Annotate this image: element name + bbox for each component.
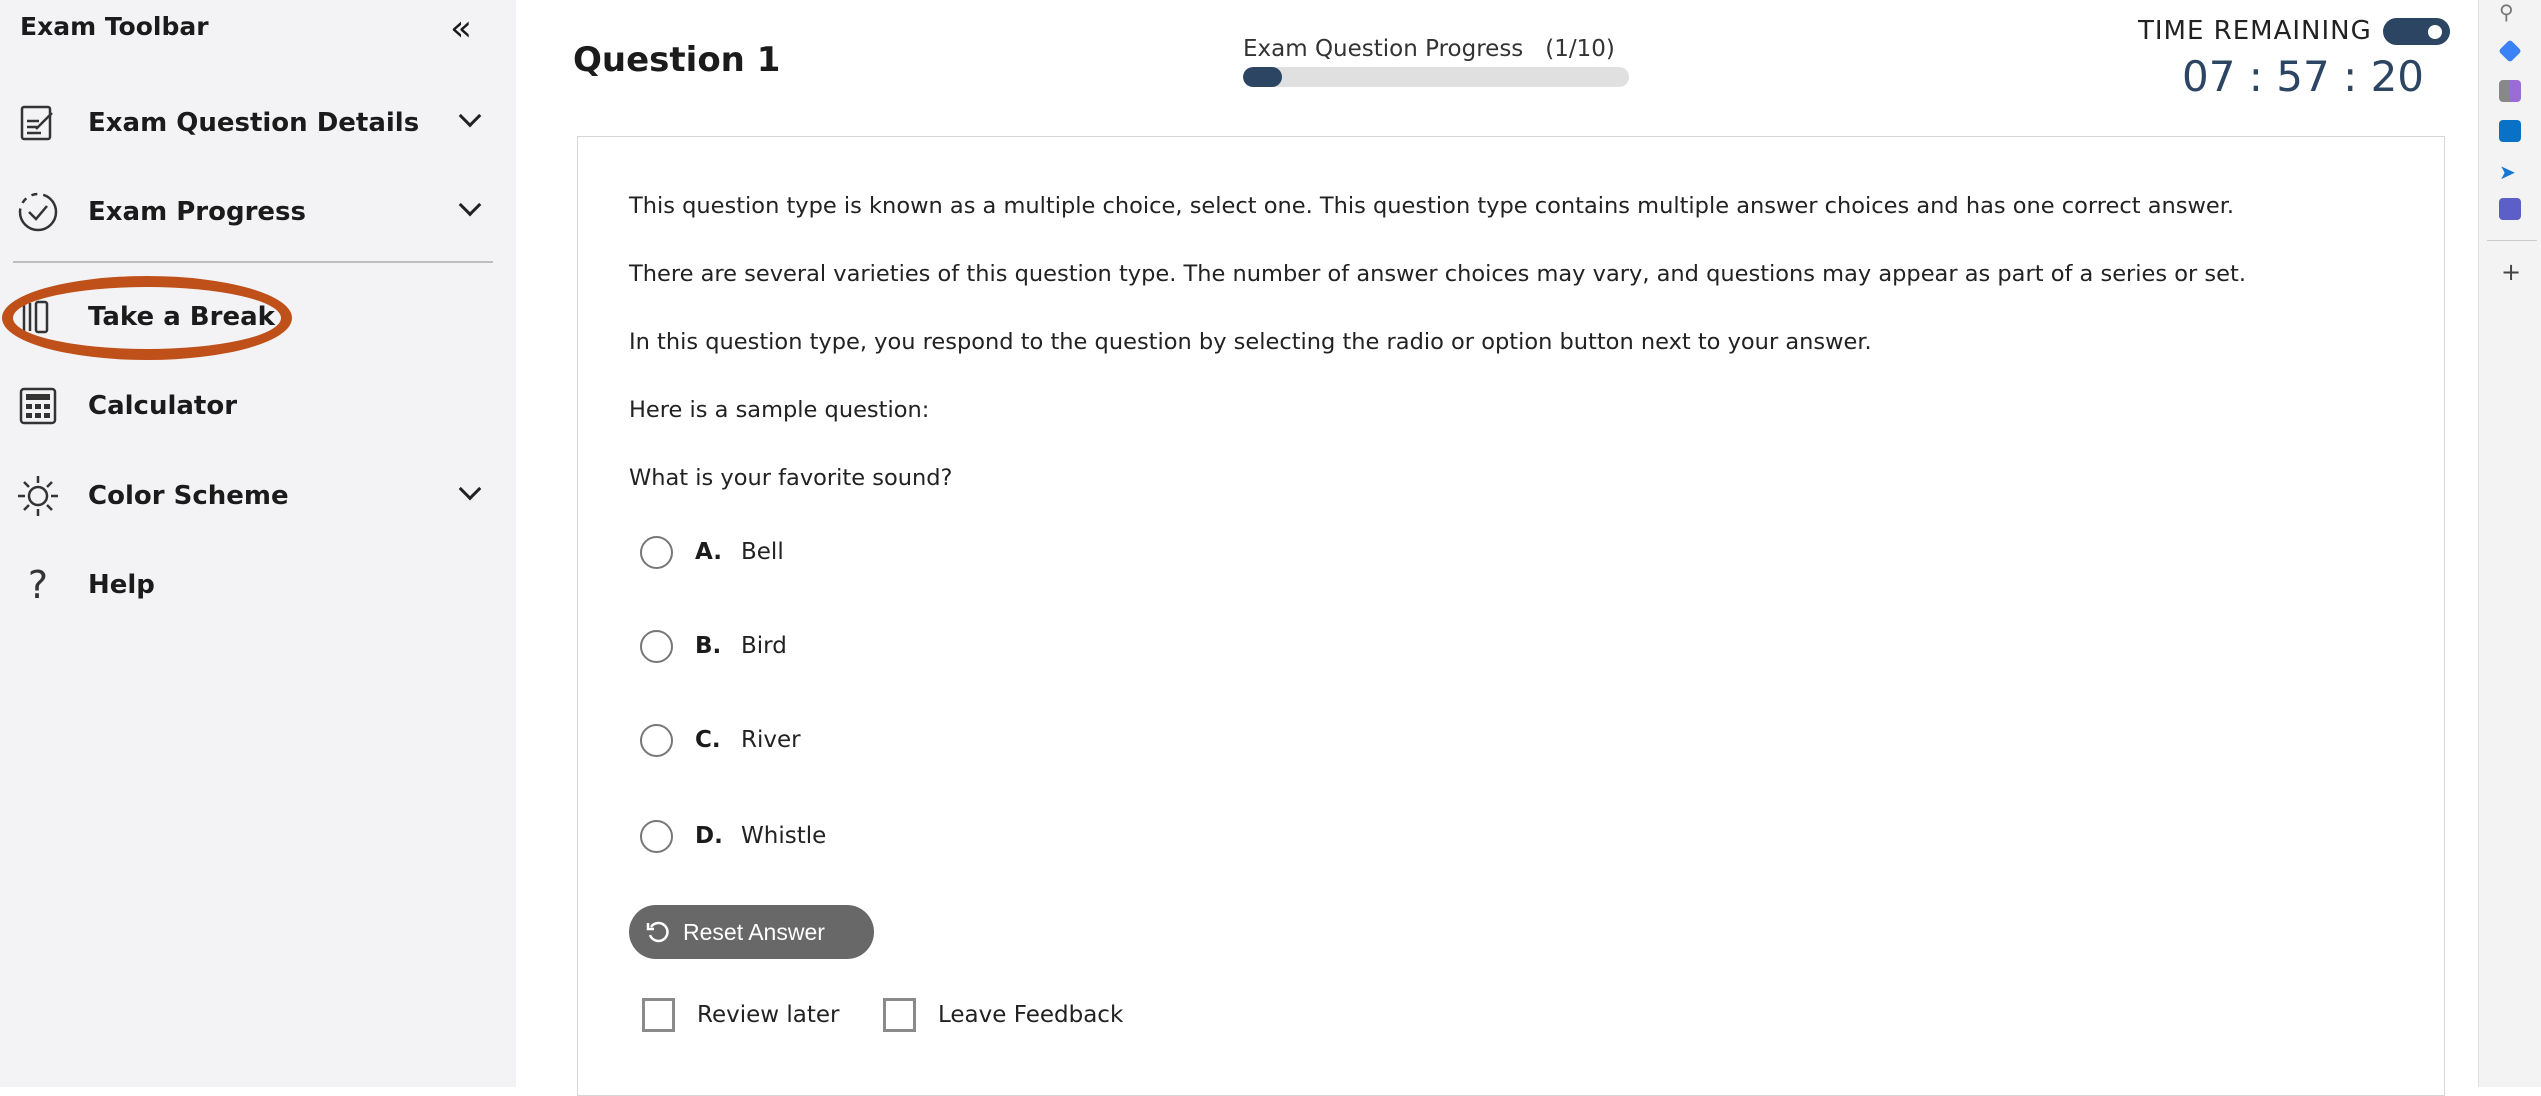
highlight-annotation-oval [2, 276, 292, 360]
sidebar-item-exam-progress[interactable]: Exam Progress [0, 177, 516, 247]
question-icon: ? [27, 563, 49, 607]
sidebar-item-label: Calculator [88, 391, 238, 421]
strip-divider [2487, 240, 2537, 241]
leave-feedback-checkbox[interactable]: Leave Feedback [883, 998, 1123, 1032]
sidebar-item-help[interactable]: ? Help [0, 550, 516, 620]
sidebar-divider [13, 261, 493, 263]
countdown-timer: 07 : 57 : 20 [2182, 52, 2425, 101]
collapse-sidebar-icon[interactable]: « [450, 8, 472, 49]
time-remaining-label: TIME REMAINING [2138, 16, 2372, 46]
progress-label: Exam Question Progress (1/10) [1243, 36, 1615, 62]
sidebar-item-color-scheme[interactable]: Color Scheme [0, 461, 516, 531]
reset-answer-label: Reset Answer [683, 918, 825, 945]
answer-option-b[interactable]: B. Bird [640, 626, 787, 666]
sidebar-item-exam-question-details[interactable]: Exam Question Details [0, 88, 516, 158]
question-stem: What is your favorite sound? [629, 465, 953, 491]
tag-icon[interactable] [2498, 39, 2522, 63]
radio-button[interactable] [640, 819, 673, 853]
review-later-checkbox[interactable]: Review later [642, 998, 839, 1032]
exam-progress-bar [1243, 67, 1629, 87]
games-icon[interactable] [2499, 80, 2521, 102]
progress-label-text: Exam Question Progress [1243, 36, 1524, 62]
option-letter: B. [695, 633, 722, 659]
instruction-paragraph: This question type is known as a multipl… [629, 193, 2235, 219]
answer-option-c[interactable]: C. River [640, 720, 801, 760]
option-text: Bell [741, 539, 784, 565]
checkbox[interactable] [642, 998, 675, 1032]
browser-side-strip: ⚲ ➤ + [2478, 0, 2541, 1087]
option-text: Bird [741, 633, 787, 659]
option-letter: A. [695, 539, 722, 565]
answer-option-d[interactable]: D. Whistle [640, 816, 826, 856]
checkbox[interactable] [883, 998, 916, 1032]
toolbar-title: Exam Toolbar [20, 12, 209, 41]
question-title: Question 1 [573, 40, 781, 80]
option-text: Whistle [741, 823, 827, 849]
radio-button[interactable] [640, 723, 673, 757]
teams-icon[interactable] [2499, 198, 2521, 220]
sidebar-item-label: Exam Question Details [88, 108, 420, 138]
checkbox-label: Review later [697, 1002, 840, 1028]
edit-document-icon [16, 101, 60, 145]
chevron-down-icon[interactable] [458, 104, 482, 128]
option-text: River [741, 727, 801, 753]
timer-visibility-toggle[interactable] [2383, 18, 2450, 45]
outlook-icon[interactable] [2499, 120, 2521, 142]
progress-count: (1/10) [1545, 36, 1615, 62]
progress-fill [1243, 67, 1282, 87]
instruction-paragraph: In this question type, you respond to th… [629, 329, 1872, 355]
sidebar-item-label: Help [88, 570, 155, 600]
sidebar-item-calculator[interactable]: Calculator [0, 371, 516, 441]
sidebar-item-label: Color Scheme [88, 481, 289, 511]
answer-option-a[interactable]: A. Bell [640, 532, 784, 572]
search-icon[interactable]: ⚲ [2499, 0, 2521, 24]
undo-icon [646, 921, 669, 943]
option-letter: D. [695, 823, 723, 849]
reset-answer-button[interactable]: Reset Answer [629, 905, 874, 959]
radio-button[interactable] [640, 535, 673, 569]
calculator-icon [16, 384, 60, 428]
send-icon[interactable]: ➤ [2499, 160, 2521, 184]
exam-toolbar-sidebar: Exam Toolbar « Exam Question Details Exa… [0, 0, 516, 1087]
instruction-paragraph: Here is a sample question: [629, 397, 930, 423]
sun-icon [16, 474, 60, 518]
sidebar-item-label: Exam Progress [88, 197, 306, 227]
chevron-down-icon[interactable] [458, 477, 482, 501]
add-icon[interactable]: + [2501, 258, 2521, 286]
option-letter: C. [695, 727, 721, 753]
instruction-paragraph: There are several varieties of this ques… [629, 261, 2246, 287]
checkbox-label: Leave Feedback [938, 1002, 1124, 1028]
chevron-down-icon[interactable] [458, 193, 482, 217]
radio-button[interactable] [640, 629, 673, 663]
progress-check-icon [16, 190, 60, 234]
